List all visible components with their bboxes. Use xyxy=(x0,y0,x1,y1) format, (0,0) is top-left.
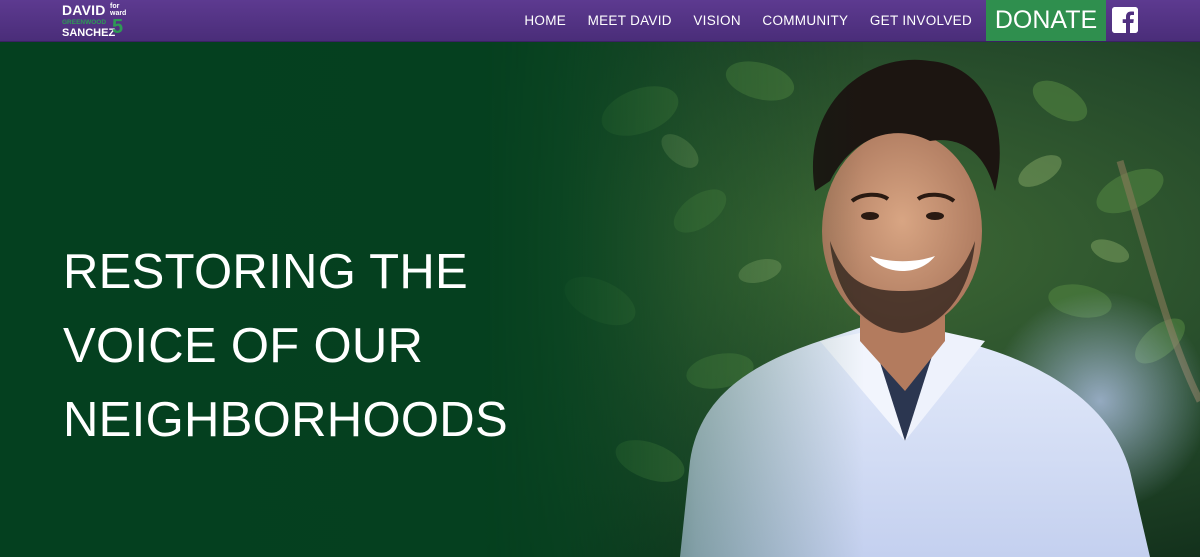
headline-line-3: NEIGHBORHOODS xyxy=(63,393,508,447)
logo-first-name: DAVID xyxy=(62,2,106,18)
facebook-icon[interactable] xyxy=(1112,7,1138,33)
hero-section: RESTORING THE VOICE OF OUR NEIGHBORHOODS xyxy=(0,41,1200,557)
headline-line-1: RESTORING THE xyxy=(63,245,469,299)
nav-meet-david[interactable]: MEET DAVID xyxy=(588,13,672,28)
hero-headline: RESTORING THE VOICE OF OUR NEIGHBORHOODS xyxy=(63,235,583,457)
logo-district: GREENWOOD xyxy=(62,19,107,26)
nav-vision[interactable]: VISION xyxy=(693,13,741,28)
page: DAVID for ward GREENWOOD SANCHEZ 5 HOME … xyxy=(0,0,1200,557)
logo-ward-number: 5 xyxy=(112,16,124,38)
nav-get-involved[interactable]: GET INVOLVED xyxy=(870,13,972,28)
logo-for-ward: for ward xyxy=(110,3,126,17)
nav-home[interactable]: HOME xyxy=(524,13,566,28)
donate-button[interactable]: DONATE xyxy=(986,0,1106,41)
top-navbar: DAVID for ward GREENWOOD SANCHEZ 5 HOME … xyxy=(0,0,1200,42)
main-nav: HOME MEET DAVID VISION COMMUNITY GET INV… xyxy=(503,0,972,41)
logo-last-name: SANCHEZ xyxy=(62,27,116,39)
nav-community[interactable]: COMMUNITY xyxy=(762,13,848,28)
logo-for: for xyxy=(110,3,120,10)
campaign-logo[interactable]: DAVID for ward GREENWOOD SANCHEZ 5 xyxy=(62,2,142,40)
headline-line-2: VOICE OF OUR xyxy=(63,319,424,373)
